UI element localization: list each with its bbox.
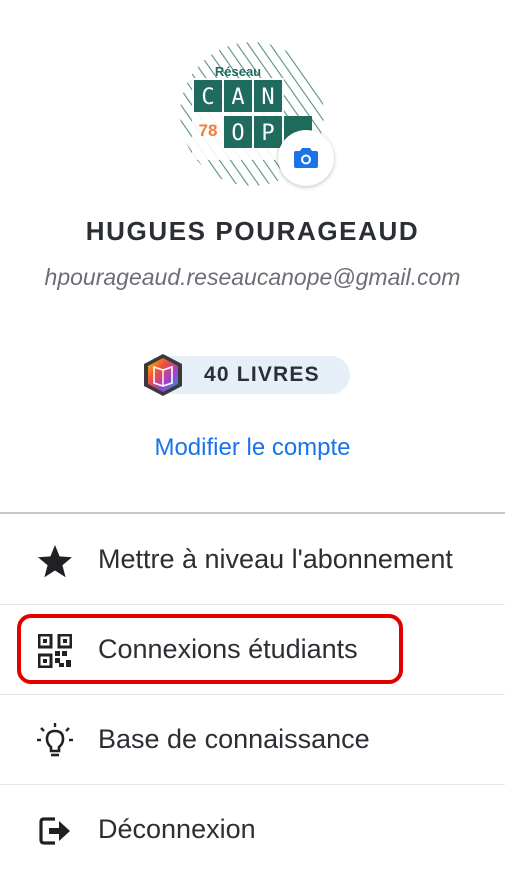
user-name: HUGUES POURAGEAUD	[85, 216, 420, 246]
star-icon	[36, 542, 74, 580]
logo-letter-a: A	[231, 85, 244, 110]
books-badge: 40 LIVRES	[140, 352, 350, 396]
change-photo-button[interactable]	[278, 130, 334, 186]
user-email: hpourageaud.reseaucanope@gmail.com	[44, 264, 461, 290]
logo-letter-n: N	[261, 85, 274, 110]
menu-item-knowledge-base[interactable]: Base de connaissance	[0, 694, 505, 784]
menu-item-logout[interactable]: Déconnexion	[0, 784, 505, 874]
menu-item-label: Mettre à niveau l'abonnement	[98, 544, 453, 574]
books-count: 40 LIVRES	[204, 363, 320, 386]
logo-letter-p: P	[261, 121, 274, 146]
book-creator-logo-icon	[144, 354, 182, 396]
logo-letter-c: C	[201, 85, 214, 110]
logo-number: 78	[199, 121, 218, 140]
menu-item-upgrade-subscription[interactable]: Mettre à niveau l'abonnement	[0, 514, 505, 604]
lightbulb-icon	[36, 722, 74, 760]
logo-letter-o: O	[231, 121, 244, 146]
menu-item-label: Base de connaissance	[98, 724, 370, 754]
edit-account-link[interactable]: Modifier le compte	[0, 434, 505, 462]
logout-icon	[36, 812, 74, 850]
highlight-box	[17, 614, 403, 684]
camera-icon	[294, 148, 318, 168]
account-menu-panel: Réseau C A N 78 O P HUGUES POURAGEAUD hp…	[0, 0, 505, 876]
menu-item-label: Déconnexion	[98, 814, 256, 844]
logo-reseau-text: Réseau	[215, 64, 261, 79]
